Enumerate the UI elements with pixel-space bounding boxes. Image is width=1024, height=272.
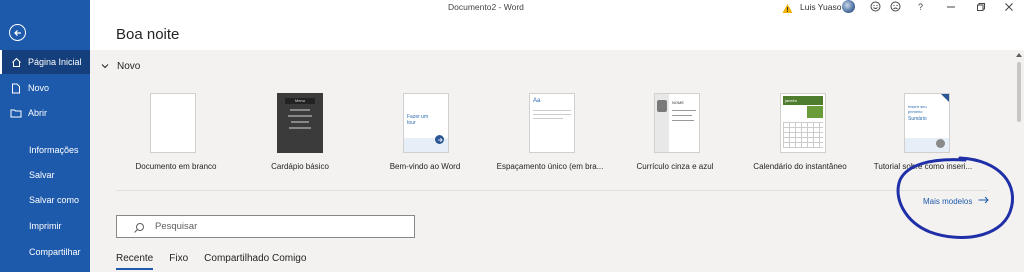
- user-name[interactable]: Luis Yuaso: [800, 2, 841, 12]
- thumb-line: [533, 118, 563, 119]
- document-tabs: Recente Fixo Compartilhado Comigo: [116, 253, 322, 270]
- scroll-up-icon[interactable]: [1016, 53, 1022, 57]
- back-arrow-icon[interactable]: [9, 24, 26, 41]
- tab-recente[interactable]: Recente: [116, 253, 154, 270]
- sidebar-item-label: Imprimir: [29, 221, 62, 231]
- folder-icon: [10, 107, 22, 119]
- sidebar-item-pagina-inicial[interactable]: Página Inicial: [0, 50, 90, 74]
- template-thumbnail: NOME: [654, 93, 700, 153]
- search-input[interactable]: [155, 221, 405, 232]
- tab-fixo[interactable]: Fixo: [169, 253, 188, 270]
- template-snapshot-calendar[interactable]: janeiro Calendário do instantâneo: [740, 93, 860, 183]
- greeting-heading: Boa noite: [116, 26, 180, 43]
- thumb-text: NOME: [672, 100, 684, 105]
- warning-icon[interactable]: [782, 1, 793, 19]
- smiley-icon[interactable]: [870, 1, 881, 12]
- title-bar: Documento2 - Word: [90, 0, 1024, 14]
- avatar[interactable]: [842, 0, 855, 13]
- thumb-text: Fazer um tour: [407, 114, 429, 126]
- novo-section-toggle[interactable]: Novo: [101, 61, 140, 72]
- sidebar-item-salvar[interactable]: Salvar: [0, 163, 90, 187]
- template-thumbnail: Aa: [529, 93, 575, 153]
- thumb-corner: [941, 94, 949, 102]
- thumb-line: [533, 110, 571, 111]
- thumb-line: [672, 115, 692, 116]
- thumb-subtext: Sumário: [908, 116, 927, 122]
- template-basic-menu[interactable]: Menu Cardápio básico: [240, 93, 360, 183]
- template-label: Calendário do instantâneo: [753, 162, 847, 171]
- thumb-photo: [807, 106, 823, 118]
- sidebar-item-label: Novo: [28, 83, 50, 93]
- template-label: Documento em branco: [135, 162, 217, 171]
- thumb-grid: [783, 122, 823, 148]
- template-toc-tutorial[interactable]: Inserir seu primeiro Sumário Tutorial so…: [863, 93, 983, 183]
- thumb-line: [290, 109, 310, 111]
- sidebar: Página Inicial Novo Abrir Informações Sa…: [0, 0, 90, 272]
- close-icon[interactable]: [1003, 1, 1014, 12]
- thumb-badge: [936, 139, 945, 148]
- thumb-text: Inserir seu primeiro: [908, 104, 927, 114]
- arrow-right-icon: [435, 135, 444, 144]
- thumb-text: Aa: [533, 98, 541, 104]
- thumb-line: [291, 121, 309, 123]
- template-gallery: Documento em branco Menu Cardápio básico…: [116, 93, 996, 183]
- search-box[interactable]: [116, 215, 415, 238]
- thumb-title: Menu: [285, 98, 315, 104]
- template-thumbnail: Inserir seu primeiro Sumário: [904, 93, 950, 153]
- sidebar-item-imprimir[interactable]: Imprimir: [0, 214, 90, 238]
- sidebar-item-novo[interactable]: Novo: [0, 76, 90, 100]
- thumb-line: [533, 114, 571, 115]
- scrollbar[interactable]: [1014, 50, 1024, 272]
- template-blank-document[interactable]: Documento em branco: [116, 93, 236, 183]
- restore-icon[interactable]: [975, 1, 986, 12]
- thumb-text: janeiro: [783, 96, 823, 105]
- template-label: Cardápio básico: [271, 162, 329, 171]
- new-doc-icon: [10, 82, 22, 94]
- template-thumbnail: Fazer um tour: [403, 93, 449, 153]
- thumb-photo: [657, 100, 667, 112]
- template-label: Currículo cinza e azul: [636, 162, 714, 171]
- thumb-line: [672, 110, 696, 111]
- template-resume-grey-blue[interactable]: NOME Currículo cinza e azul: [615, 93, 735, 183]
- thumb-line: [289, 127, 311, 129]
- template-welcome-to-word[interactable]: Fazer um tour Bem-vindo ao Word: [365, 93, 485, 183]
- chevron-down-icon: [101, 61, 109, 72]
- minimize-icon[interactable]: [945, 1, 956, 12]
- divider: [116, 190, 988, 191]
- home-icon: [10, 56, 22, 68]
- thumb-line: [288, 115, 312, 117]
- sidebar-item-label: Página Inicial: [28, 57, 82, 67]
- template-single-spaced[interactable]: Aa Espaçamento único (em bra...: [490, 93, 610, 183]
- sidebar-item-salvar-como[interactable]: Salvar como: [0, 188, 90, 212]
- tab-compartilhado-comigo[interactable]: Compartilhado Comigo: [204, 253, 306, 270]
- section-title: Novo: [117, 61, 141, 72]
- sidebar-item-label: Compartilhar: [29, 247, 81, 257]
- template-label: Tutorial sobre como inseri...: [873, 162, 973, 171]
- help-icon[interactable]: ?: [915, 1, 926, 12]
- sidebar-item-label: Salvar como: [29, 195, 80, 205]
- sidebar-item-label: Abrir: [28, 108, 48, 118]
- sidebar-item-compartilhar[interactable]: Compartilhar: [0, 240, 90, 264]
- template-label: Bem-vindo ao Word: [389, 162, 461, 171]
- more-templates-link[interactable]: Mais modelos: [923, 196, 990, 206]
- sidebar-item-label: Salvar: [29, 170, 55, 180]
- template-thumbnail: [150, 93, 196, 153]
- template-thumbnail: Menu: [277, 93, 323, 153]
- search-icon: [133, 221, 145, 233]
- sidebar-item-label: Informações: [29, 145, 79, 155]
- sidebar-item-informacoes[interactable]: Informações: [0, 138, 90, 162]
- frown-icon[interactable]: [890, 1, 901, 12]
- sidebar-item-abrir[interactable]: Abrir: [0, 101, 90, 125]
- window-title: Documento2 - Word: [448, 2, 524, 12]
- arrow-right-icon: [978, 196, 990, 206]
- more-templates-label: Mais modelos: [923, 196, 973, 206]
- template-label: Espaçamento único (em bra...: [496, 162, 604, 171]
- scroll-thumb[interactable]: [1017, 62, 1021, 122]
- thumb-line: [672, 120, 694, 121]
- template-thumbnail: janeiro: [780, 93, 826, 153]
